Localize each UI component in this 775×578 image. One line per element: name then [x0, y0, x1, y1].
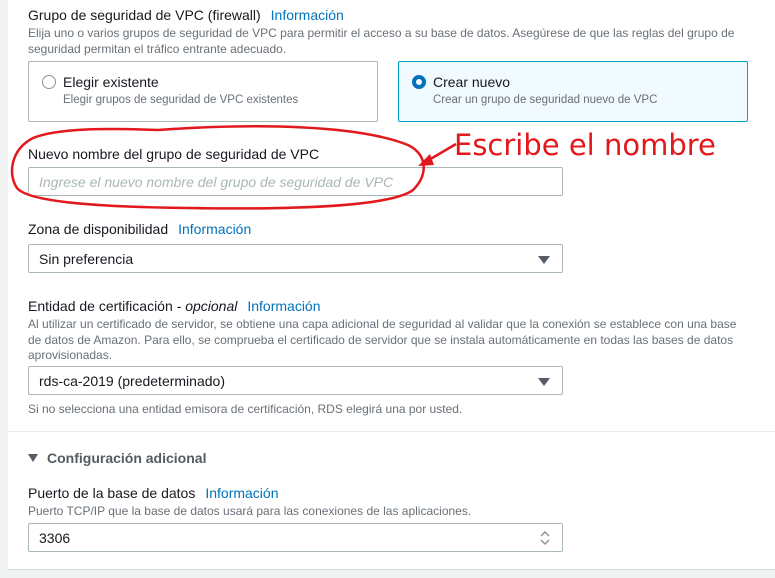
radio-choose-existing[interactable] [42, 75, 56, 89]
radio-create-new[interactable] [412, 75, 426, 89]
vpc-security-group-label: Grupo de seguridad de VPC (firewall) [28, 7, 261, 23]
availability-zone-value: Sin preferencia [39, 250, 134, 267]
option-create-new-title: Crear nuevo [433, 74, 511, 90]
vpc-description-line-1: Elija uno o varios grupos de seguridad d… [28, 26, 735, 40]
ca-hint: Si no selecciona una entidad emisora de … [28, 402, 463, 416]
annotation-ellipse [10, 125, 425, 210]
vpc-description-line-2: seguridad permitan el tráfico entrante a… [28, 41, 287, 56]
certificate-authority-select[interactable]: rds-ca-2019 (predeterminado) [28, 366, 563, 395]
option-choose-existing-desc: Elegir grupos de seguridad de VPC existe… [63, 94, 299, 106]
optional-tag: - opcional [176, 298, 238, 314]
annotation-text: Escribe el nombre [454, 128, 716, 162]
settings-panel: Grupo de seguridad de VPC (firewall) Info… [8, 0, 775, 570]
option-choose-existing[interactable]: Elegir existente Elegir grupos de seguri… [28, 61, 378, 122]
db-port-heading: Puerto de la base de datos Información [28, 485, 279, 501]
vpc-security-group-heading: Grupo de seguridad de VPC (firewall) Info… [28, 7, 344, 23]
db-port-value: 3306 [39, 529, 71, 546]
additional-config-toggle[interactable]: Configuración adicional [28, 450, 206, 466]
db-port-description: Puerto TCP/IP que la base de datos usará… [28, 504, 472, 518]
additional-config-title: Configuración adicional [47, 450, 207, 466]
stepper-icon[interactable] [538, 529, 552, 547]
option-create-new-desc: Crear un grupo de seguridad nuevo de VPC [433, 94, 658, 106]
db-port-input[interactable]: 3306 [28, 523, 563, 552]
certificate-authority-heading: Entidad de certificación - opcional Infor… [28, 298, 321, 314]
caret-down-icon [28, 454, 38, 462]
ca-description-line-2: de datos de Amazon. Para ello, se compru… [28, 332, 734, 347]
option-create-new[interactable]: Crear nuevo Crear un grupo de seguridad … [398, 61, 748, 122]
certificate-authority-label: Entidad de certificación [28, 298, 173, 314]
ca-description-line-1: Al utilizar un certificado de servidor, … [28, 317, 737, 331]
availability-zone-select[interactable]: Sin preferencia [28, 244, 563, 273]
port-info-link[interactable]: Información [205, 485, 278, 501]
vpc-description: Elija uno o varios grupos de seguridad d… [28, 26, 734, 57]
az-info-link[interactable]: Información [178, 221, 251, 237]
ca-info-link[interactable]: Información [247, 298, 320, 314]
section-divider [8, 431, 775, 432]
chevron-down-icon [538, 256, 550, 264]
ca-description: Al utilizar un certificado de servidor, … [28, 317, 736, 364]
option-choose-existing-title: Elegir existente [63, 74, 159, 90]
ca-description-line-3: aprovisionadas. [28, 348, 113, 362]
certificate-authority-value: rds-ca-2019 (predeterminado) [39, 372, 225, 389]
db-port-label: Puerto de la base de datos [28, 485, 196, 501]
availability-zone-heading: Zona de disponibilidad Información [28, 221, 251, 237]
vpc-info-link[interactable]: Información [271, 7, 344, 23]
availability-zone-label: Zona de disponibilidad [28, 221, 169, 237]
chevron-down-icon [538, 378, 550, 386]
